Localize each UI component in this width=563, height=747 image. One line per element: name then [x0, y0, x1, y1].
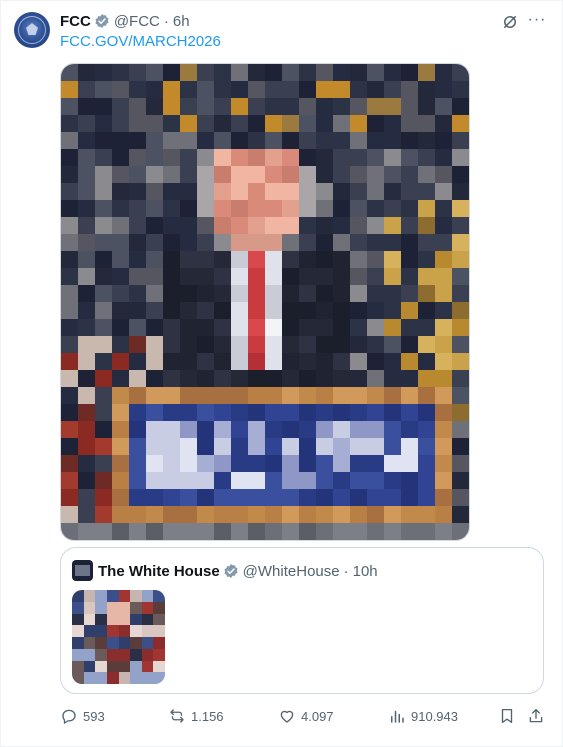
bookmark-icon[interactable] — [498, 707, 516, 725]
verified-badge-icon — [224, 564, 238, 578]
reply-icon — [62, 709, 76, 724]
quoted-time[interactable]: 10h — [353, 563, 378, 580]
like-count: 4.097 — [301, 708, 334, 724]
repost-icon — [170, 709, 184, 723]
reply-button[interactable]: 593 — [60, 706, 105, 726]
more-icon[interactable]: ··· — [527, 10, 547, 30]
quoted-separator: · — [343, 562, 349, 580]
author-handle[interactable]: @FCC — [114, 13, 160, 30]
reply-count: 593 — [83, 708, 105, 724]
fcc-avatar[interactable] — [14, 12, 50, 48]
tweet-time[interactable]: 6h — [173, 13, 190, 30]
views-count: 910.943 — [411, 708, 458, 724]
tweet-header: FCC @FCC · 6h — [60, 11, 190, 31]
repost-count: 1.156 — [191, 708, 224, 724]
action-bar: 593 1.156 4.097 910.943 — [0, 706, 563, 726]
verified-badge-icon — [95, 14, 109, 28]
grok-icon[interactable] — [501, 13, 519, 31]
quoted-tweet[interactable]: The White House @WhiteHouse · 10h — [60, 547, 544, 694]
repost-button[interactable]: 1.156 — [168, 706, 224, 726]
quoted-header: The White House @WhiteHouse · 10h — [98, 560, 378, 582]
like-icon — [280, 710, 294, 723]
white-house-avatar[interactable] — [72, 560, 93, 581]
views-icon — [391, 710, 404, 723]
quoted-handle[interactable]: @WhiteHouse — [243, 563, 340, 580]
author-name[interactable]: FCC — [60, 13, 91, 30]
views-button[interactable]: 910.943 — [388, 706, 458, 726]
quoted-media-image[interactable] — [72, 590, 165, 684]
quoted-author-name[interactable]: The White House — [98, 563, 220, 580]
header-separator: · — [163, 12, 169, 30]
like-button[interactable]: 4.097 — [278, 706, 334, 726]
tweet-media-image[interactable] — [60, 63, 470, 541]
tweet-link[interactable]: FCC.GOV/MARCH2026 — [60, 33, 221, 50]
share-icon[interactable] — [527, 707, 545, 725]
